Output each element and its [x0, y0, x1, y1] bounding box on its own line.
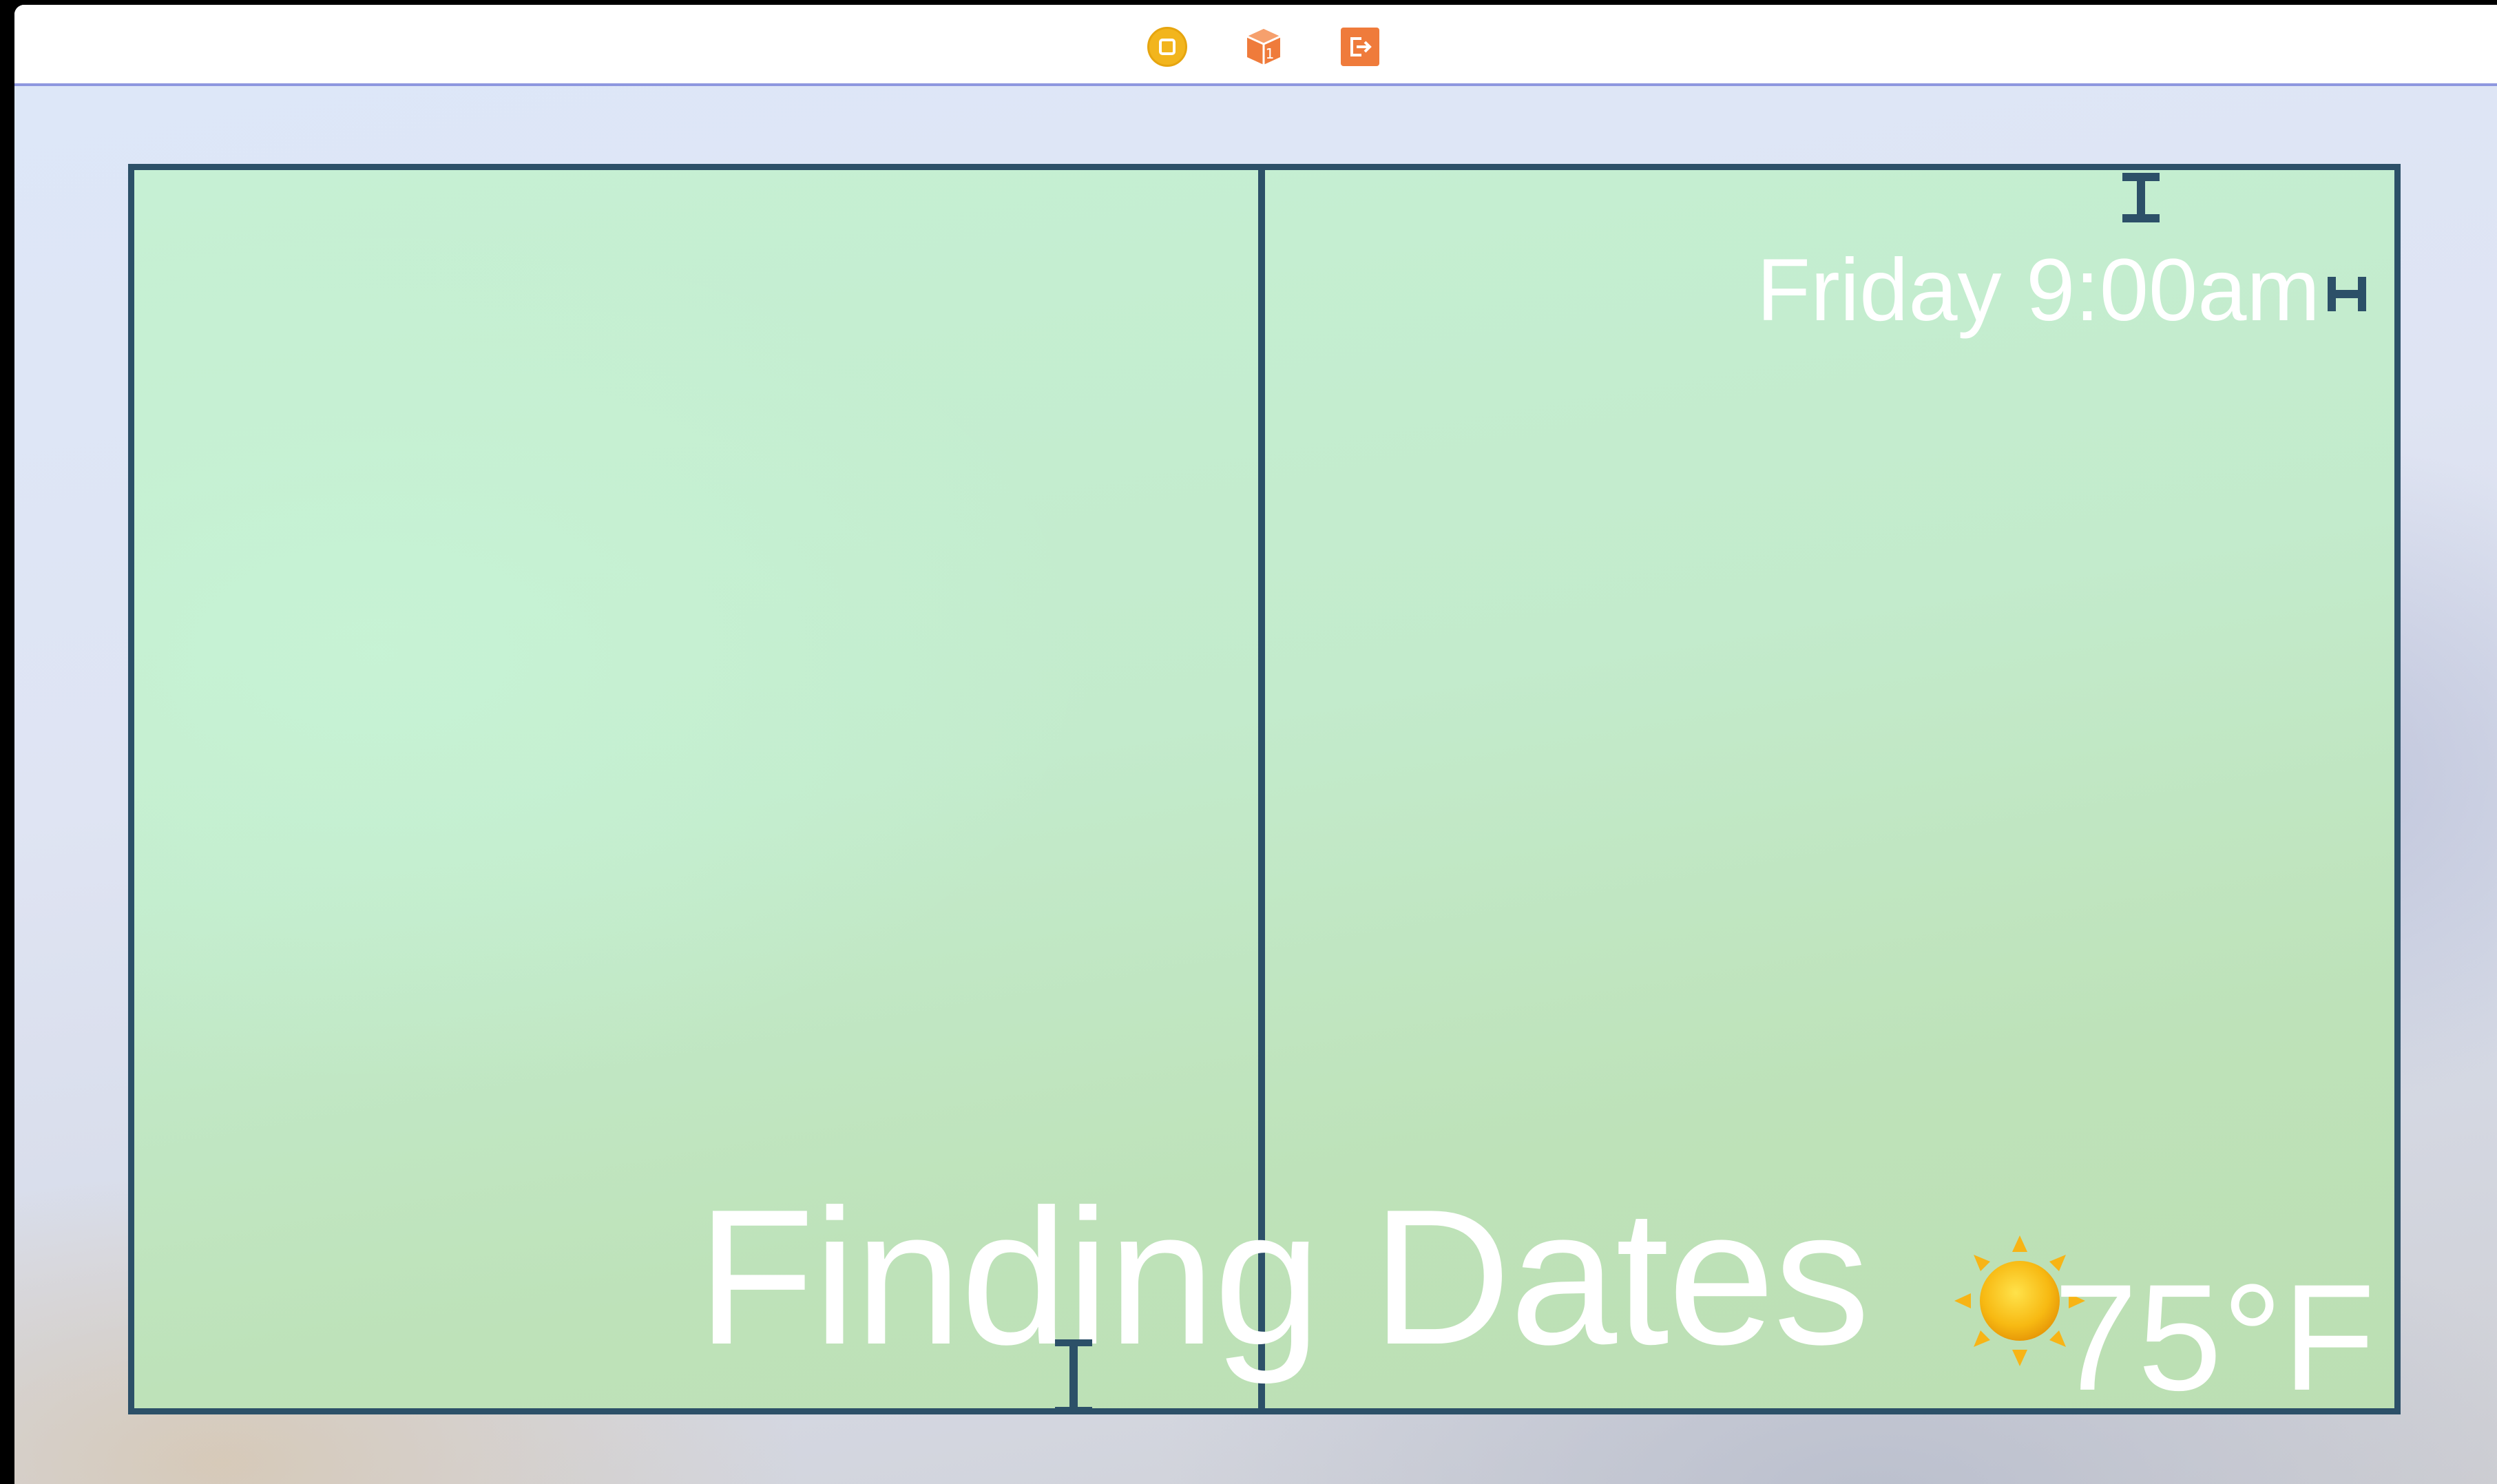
scene-dock: 1 — [14, 5, 2497, 86]
horizontal-constraint-icon[interactable] — [2328, 277, 2366, 311]
storyboard-scene: 1 Friday 9:00am Finding Dates 75°F — [14, 5, 2497, 1484]
first-responder-icon[interactable]: 1 — [1244, 27, 1284, 67]
temperature-label[interactable]: 75°F — [2054, 1262, 2375, 1408]
vertical-constraint-icon[interactable] — [1055, 1339, 1092, 1414]
date-label[interactable]: Friday 9:00am — [1757, 247, 2320, 335]
vertical-constraint-icon[interactable] — [2122, 173, 2160, 222]
view-controller-icon[interactable] — [1147, 27, 1187, 67]
dates-container-view[interactable]: Friday 9:00am Finding Dates 75°F — [128, 164, 2401, 1414]
view-controller-canvas: Friday 9:00am Finding Dates 75°F — [14, 86, 2497, 1484]
title-label[interactable]: Finding Dates — [697, 1181, 1870, 1374]
exit-icon[interactable] — [1340, 27, 1380, 67]
svg-text:1: 1 — [1266, 45, 1275, 62]
